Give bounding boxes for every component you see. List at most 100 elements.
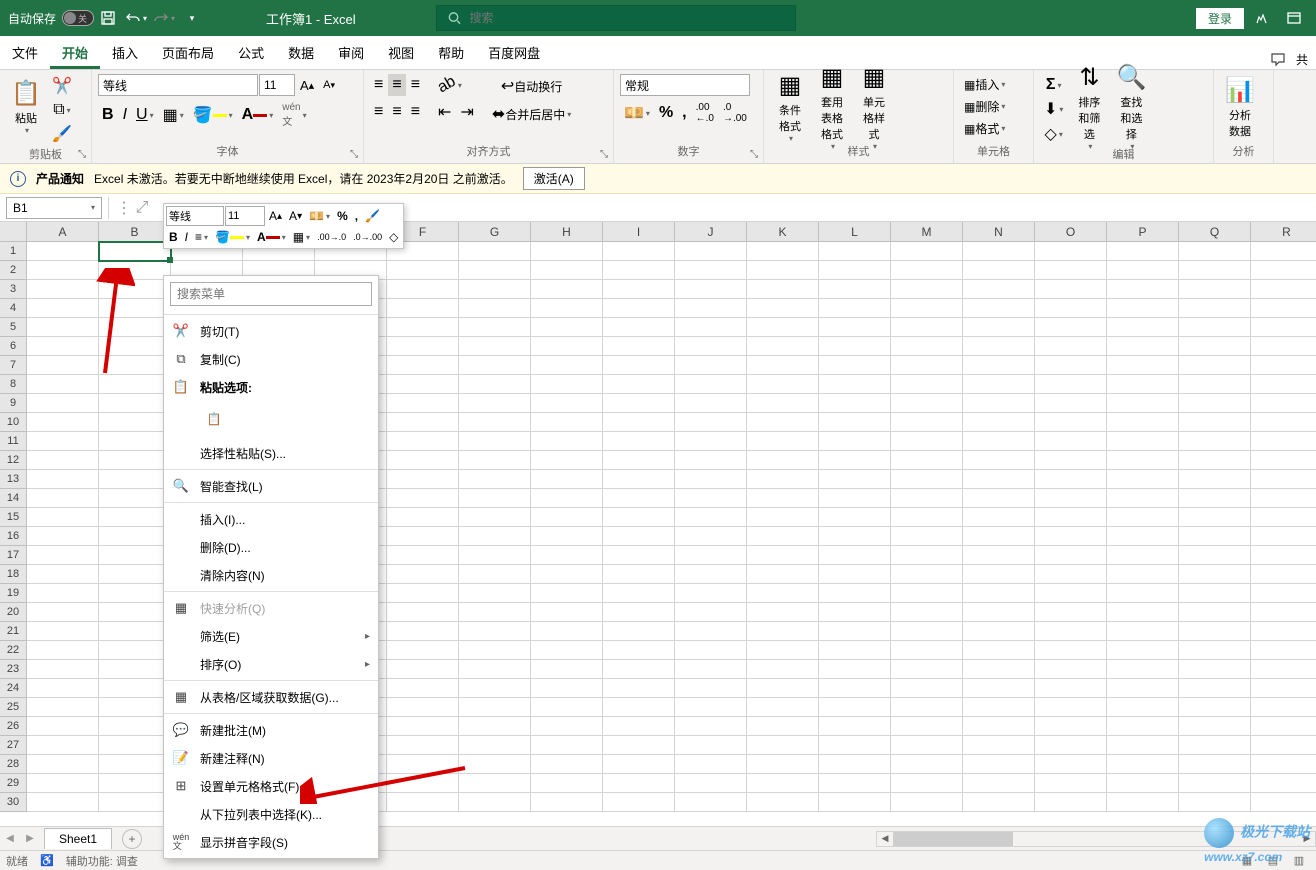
cell[interactable] xyxy=(1251,793,1316,812)
cell[interactable] xyxy=(531,413,603,432)
mini-format-painter[interactable]: 🖌️ xyxy=(362,207,383,225)
cell[interactable] xyxy=(603,584,675,603)
cell[interactable] xyxy=(747,470,819,489)
cell[interactable] xyxy=(387,603,459,622)
cell[interactable] xyxy=(747,622,819,641)
cm-get-data-from-table[interactable]: ▦ 从表格/区域获取数据(G)... xyxy=(164,683,378,711)
align-left-button[interactable]: ≡ xyxy=(370,101,387,123)
merge-center-button[interactable]: ⬌合并后居中▾ xyxy=(488,102,575,126)
cell[interactable] xyxy=(891,565,963,584)
hscroll-right[interactable]: ▶ xyxy=(1299,832,1315,846)
format-painter-button[interactable]: 🖌️ xyxy=(48,122,76,146)
cell[interactable] xyxy=(675,280,747,299)
cell[interactable] xyxy=(531,508,603,527)
cell[interactable] xyxy=(1251,736,1316,755)
cell[interactable] xyxy=(1035,375,1107,394)
cell[interactable] xyxy=(1251,242,1316,261)
cell[interactable] xyxy=(387,470,459,489)
row-header-17[interactable]: 17 xyxy=(0,546,27,565)
cell[interactable] xyxy=(675,337,747,356)
cell[interactable] xyxy=(1035,489,1107,508)
column-header-G[interactable]: G xyxy=(459,222,531,242)
cell[interactable] xyxy=(1251,432,1316,451)
cell[interactable] xyxy=(387,394,459,413)
cell[interactable] xyxy=(1179,489,1251,508)
cell[interactable] xyxy=(963,641,1035,660)
number-launcher[interactable]: ⤡ xyxy=(747,147,761,161)
cell[interactable] xyxy=(99,451,171,470)
cell[interactable] xyxy=(531,793,603,812)
cell[interactable] xyxy=(1179,584,1251,603)
cell[interactable] xyxy=(1179,508,1251,527)
cell[interactable] xyxy=(99,261,171,280)
cell[interactable] xyxy=(459,356,531,375)
cell[interactable] xyxy=(747,641,819,660)
cm-new-comment[interactable]: 💬 新建批注(M) xyxy=(164,716,378,744)
row-header-5[interactable]: 5 xyxy=(0,318,27,337)
cell[interactable] xyxy=(963,375,1035,394)
column-header-O[interactable]: O xyxy=(1035,222,1107,242)
cell[interactable] xyxy=(387,755,459,774)
cell[interactable] xyxy=(1107,489,1179,508)
cell[interactable] xyxy=(1251,356,1316,375)
row-header-29[interactable]: 29 xyxy=(0,774,27,793)
cell[interactable] xyxy=(747,337,819,356)
cell[interactable] xyxy=(459,527,531,546)
cell[interactable] xyxy=(747,660,819,679)
cell[interactable] xyxy=(963,660,1035,679)
select-all-corner[interactable] xyxy=(0,222,27,242)
cell[interactable] xyxy=(1251,660,1316,679)
cell[interactable] xyxy=(891,736,963,755)
mini-borders[interactable]: ▦▾ xyxy=(290,228,313,246)
cell[interactable] xyxy=(1251,584,1316,603)
cell[interactable] xyxy=(891,242,963,261)
cell[interactable] xyxy=(99,679,171,698)
cell[interactable] xyxy=(603,774,675,793)
cell[interactable] xyxy=(963,470,1035,489)
cell[interactable] xyxy=(459,470,531,489)
cell[interactable] xyxy=(459,565,531,584)
cell[interactable] xyxy=(1179,318,1251,337)
cell[interactable] xyxy=(1251,546,1316,565)
mini-inc-decimal[interactable]: .0→.00 xyxy=(350,230,385,244)
cell[interactable] xyxy=(1179,242,1251,261)
cell[interactable] xyxy=(1251,489,1316,508)
row-header-2[interactable]: 2 xyxy=(0,261,27,280)
cell[interactable] xyxy=(1035,603,1107,622)
cell[interactable] xyxy=(99,337,171,356)
cell[interactable] xyxy=(1251,261,1316,280)
cell[interactable] xyxy=(747,584,819,603)
cell[interactable] xyxy=(1107,584,1179,603)
mini-percent[interactable]: % xyxy=(334,207,351,225)
cell[interactable] xyxy=(819,413,891,432)
cell[interactable] xyxy=(27,584,99,603)
cell[interactable] xyxy=(1179,679,1251,698)
row-header-7[interactable]: 7 xyxy=(0,356,27,375)
tab-data[interactable]: 数据 xyxy=(276,35,326,69)
cell[interactable] xyxy=(963,755,1035,774)
increase-decimal-button[interactable]: .00←.0 xyxy=(692,100,718,126)
view-page-layout-button[interactable]: ▤ xyxy=(1262,853,1284,869)
cell[interactable] xyxy=(459,622,531,641)
column-header-K[interactable]: K xyxy=(747,222,819,242)
cell[interactable] xyxy=(387,698,459,717)
column-header-I[interactable]: I xyxy=(603,222,675,242)
cell[interactable] xyxy=(27,432,99,451)
cell[interactable] xyxy=(531,755,603,774)
cell[interactable] xyxy=(27,280,99,299)
cell[interactable] xyxy=(387,565,459,584)
cell[interactable] xyxy=(675,584,747,603)
cell[interactable] xyxy=(1251,698,1316,717)
increase-font-button[interactable]: A▴ xyxy=(296,76,318,95)
cell[interactable] xyxy=(1035,318,1107,337)
cell[interactable] xyxy=(27,660,99,679)
cell[interactable] xyxy=(531,280,603,299)
cm-pick-from-dropdown[interactable]: 从下拉列表中选择(K)... xyxy=(164,800,378,828)
cell[interactable] xyxy=(603,546,675,565)
horizontal-scrollbar[interactable]: ◀ ▶ xyxy=(876,831,1316,847)
cell[interactable] xyxy=(1179,451,1251,470)
row-header-14[interactable]: 14 xyxy=(0,489,27,508)
column-header-J[interactable]: J xyxy=(675,222,747,242)
cell[interactable] xyxy=(1251,337,1316,356)
cell[interactable] xyxy=(531,584,603,603)
